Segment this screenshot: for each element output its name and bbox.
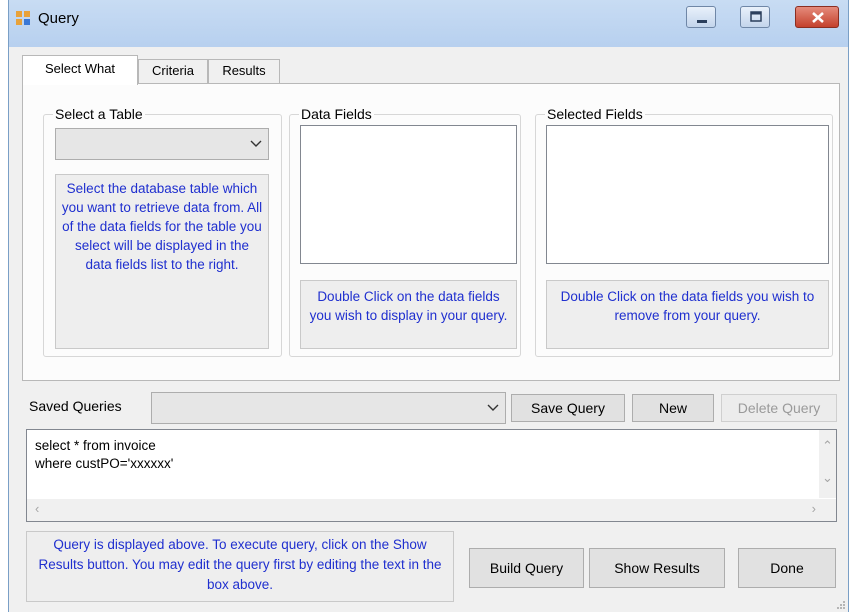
horizontal-scrollbar[interactable]: ‹ › (27, 499, 836, 521)
done-button[interactable]: Done (738, 548, 836, 588)
scroll-up-icon[interactable]: ⌃ (822, 438, 833, 454)
resize-grip-icon[interactable] (836, 600, 846, 610)
scroll-left-icon[interactable]: ‹ (35, 501, 39, 516)
maximize-button[interactable] (740, 6, 770, 28)
chevron-down-icon (250, 140, 262, 147)
vertical-scrollbar[interactable]: ⌃ ⌄ (819, 430, 836, 498)
query-window: Query Select What Criteria Results Selec… (8, 0, 849, 612)
window-title: Query (38, 10, 79, 27)
minimize-icon (697, 20, 707, 23)
select-table-group: Select a Table Select the database table… (43, 105, 282, 357)
selected-fields-hint: Double Click on the data fields you wish… (546, 280, 829, 349)
tab-label: Results (222, 63, 266, 78)
tab-label: Select What (44, 61, 116, 76)
chevron-down-icon (487, 404, 499, 411)
minimize-button[interactable] (686, 6, 716, 28)
data-fields-group: Data Fields Double Click on the data fie… (289, 105, 521, 357)
close-icon (812, 12, 824, 23)
query-text[interactable]: select * from invoice where custPO='xxxx… (35, 437, 173, 473)
saved-queries-label: Saved Queries (29, 398, 122, 414)
app-icon (16, 11, 30, 25)
delete-query-button[interactable]: Delete Query (721, 394, 837, 422)
selected-fields-group: Selected Fields Double Click on the data… (535, 105, 833, 357)
selected-fields-label: Selected Fields (545, 105, 645, 123)
tab-results[interactable]: Results (208, 59, 280, 84)
saved-queries-select[interactable] (151, 392, 506, 424)
maximize-icon (750, 11, 762, 22)
query-editor[interactable]: select * from invoice where custPO='xxxx… (26, 429, 837, 522)
data-fields-list[interactable] (300, 125, 517, 264)
scroll-right-icon[interactable]: › (812, 501, 816, 516)
build-query-button[interactable]: Build Query (469, 548, 584, 588)
title-bar[interactable]: Query (9, 0, 848, 47)
new-query-button[interactable]: New (632, 394, 714, 422)
select-table-hint: Select the database table which you want… (55, 174, 269, 349)
select-what-panel: Select a Table Select the database table… (22, 83, 840, 381)
data-fields-hint: Double Click on the data fields you wish… (300, 280, 517, 349)
select-table-label: Select a Table (53, 105, 145, 123)
tab-criteria[interactable]: Criteria (138, 59, 208, 84)
close-button[interactable] (795, 6, 839, 28)
data-fields-label: Data Fields (299, 105, 374, 123)
scroll-down-icon[interactable]: ⌄ (822, 470, 833, 486)
selected-fields-list[interactable] (546, 125, 829, 264)
table-select[interactable] (55, 128, 269, 160)
tab-select-what[interactable]: Select What (22, 55, 138, 85)
show-results-button[interactable]: Show Results (589, 548, 725, 588)
footer-hint: Query is displayed above. To execute que… (26, 531, 454, 602)
save-query-button[interactable]: Save Query (511, 394, 625, 422)
tab-label: Criteria (152, 63, 194, 78)
